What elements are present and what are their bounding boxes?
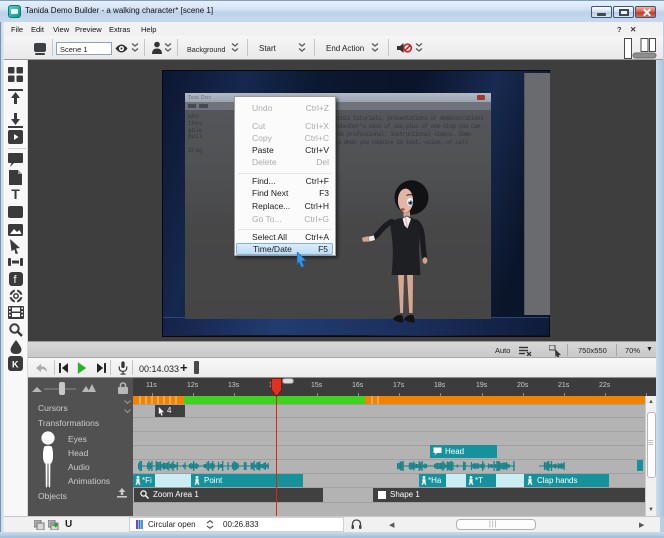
svg-text:K: K <box>12 360 19 370</box>
